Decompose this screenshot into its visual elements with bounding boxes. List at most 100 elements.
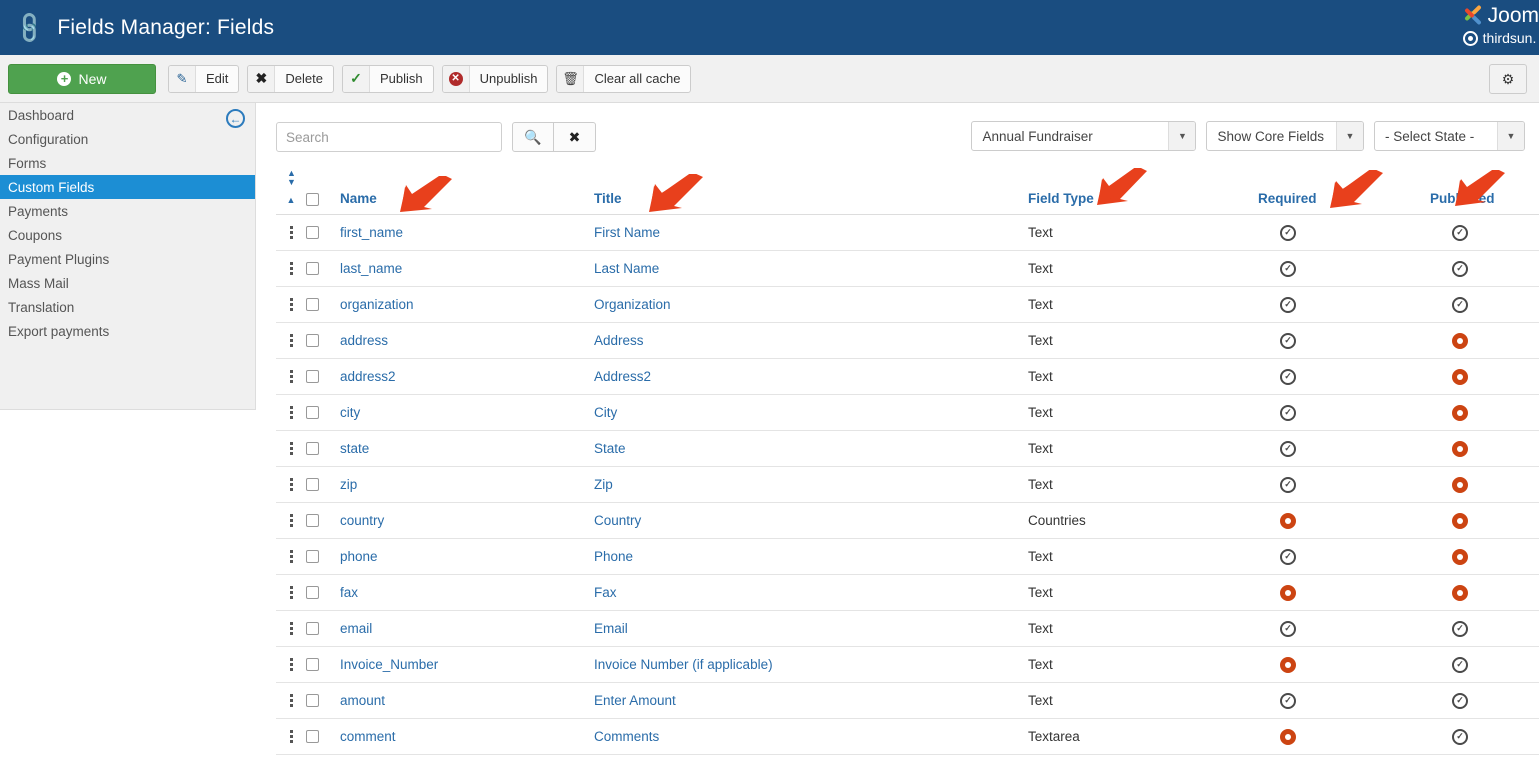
row-checkbox[interactable] <box>306 514 319 527</box>
arrow-left-circle-icon[interactable]: ← <box>226 109 245 128</box>
drag-handle-icon[interactable] <box>276 730 306 743</box>
field-title-link[interactable]: Invoice Number (if applicable) <box>594 657 773 672</box>
published-enabled-icon[interactable]: ✓ <box>1452 297 1468 313</box>
sidebar-item-configuration[interactable]: Configuration <box>0 127 255 151</box>
sidebar-item-export-payments[interactable]: Export payments <box>0 319 255 343</box>
required-enabled-icon[interactable]: ✓ <box>1280 333 1296 349</box>
row-select-cell[interactable] <box>306 467 340 503</box>
published-disabled-icon[interactable] <box>1452 333 1468 349</box>
edit-button[interactable]: ✎ Edit <box>168 65 239 93</box>
field-name-link[interactable]: address <box>340 333 388 348</box>
row-drag-handle[interactable] <box>276 323 306 359</box>
sidebar-item-custom-fields[interactable]: Custom Fields <box>0 175 255 199</box>
field-name-link[interactable]: country <box>340 513 384 528</box>
drag-handle-icon[interactable] <box>276 262 306 275</box>
sidebar-item-mass-mail[interactable]: Mass Mail <box>0 271 255 295</box>
select-all-header[interactable] <box>306 169 340 215</box>
select-all-checkbox[interactable] <box>306 193 319 206</box>
row-checkbox[interactable] <box>306 478 319 491</box>
field-name-link[interactable]: Invoice_Number <box>340 657 438 672</box>
published-disabled-icon[interactable] <box>1452 477 1468 493</box>
column-header-field-type[interactable]: Field Type <box>1028 169 1258 215</box>
row-checkbox[interactable] <box>306 334 319 347</box>
field-name-link[interactable]: address2 <box>340 369 396 384</box>
published-disabled-icon[interactable] <box>1452 549 1468 565</box>
row-select-cell[interactable] <box>306 395 340 431</box>
drag-handle-icon[interactable] <box>276 658 306 671</box>
field-title-link[interactable]: Enter Amount <box>594 693 676 708</box>
publish-button[interactable]: ✓ Publish <box>342 65 434 93</box>
row-checkbox[interactable] <box>306 658 319 671</box>
drag-handle-icon[interactable] <box>276 586 306 599</box>
published-disabled-icon[interactable] <box>1452 513 1468 529</box>
required-enabled-icon[interactable]: ✓ <box>1280 261 1296 277</box>
field-name-link[interactable]: comment <box>340 729 396 744</box>
state-filter-select[interactable]: - Select State - ▼ <box>1374 121 1525 151</box>
search-icon[interactable]: 🔍 <box>512 122 554 152</box>
drag-handle-icon[interactable] <box>276 370 306 383</box>
row-checkbox[interactable] <box>306 406 319 419</box>
row-select-cell[interactable] <box>306 251 340 287</box>
core-fields-filter-select[interactable]: Show Core Fields ▼ <box>1206 121 1364 151</box>
row-drag-handle[interactable] <box>276 395 306 431</box>
row-drag-handle[interactable] <box>276 251 306 287</box>
row-checkbox[interactable] <box>306 226 319 239</box>
required-enabled-icon[interactable]: ✓ <box>1280 369 1296 385</box>
field-name-link[interactable]: phone <box>340 549 378 564</box>
row-drag-handle[interactable] <box>276 503 306 539</box>
row-select-cell[interactable] <box>306 323 340 359</box>
row-select-cell[interactable] <box>306 611 340 647</box>
field-title-link[interactable]: State <box>594 441 626 456</box>
row-select-cell[interactable] <box>306 575 340 611</box>
drag-handle-icon[interactable] <box>276 514 306 527</box>
drag-handle-icon[interactable] <box>276 334 306 347</box>
required-disabled-icon[interactable] <box>1280 729 1296 745</box>
ordering-sort-header[interactable]: ▲▼ ▲ <box>276 169 306 215</box>
column-header-name[interactable]: Name <box>340 169 594 215</box>
row-select-cell[interactable] <box>306 359 340 395</box>
field-name-link[interactable]: last_name <box>340 261 402 276</box>
row-drag-handle[interactable] <box>276 719 306 755</box>
required-enabled-icon[interactable]: ✓ <box>1280 549 1296 565</box>
column-header-title[interactable]: Title <box>594 169 1028 215</box>
drag-handle-icon[interactable] <box>276 550 306 563</box>
required-enabled-icon[interactable]: ✓ <box>1280 297 1296 313</box>
published-enabled-icon[interactable]: ✓ <box>1452 729 1468 745</box>
new-button[interactable]: + New <box>8 64 156 94</box>
published-disabled-icon[interactable] <box>1452 405 1468 421</box>
field-title-link[interactable]: Email <box>594 621 628 636</box>
row-drag-handle[interactable] <box>276 647 306 683</box>
published-disabled-icon[interactable] <box>1452 369 1468 385</box>
sidebar-item-coupons[interactable]: Coupons <box>0 223 255 247</box>
drag-handle-icon[interactable] <box>276 478 306 491</box>
sidebar-item-dashboard[interactable]: Dashboard <box>0 103 255 127</box>
row-select-cell[interactable] <box>306 539 340 575</box>
row-checkbox[interactable] <box>306 550 319 563</box>
row-checkbox[interactable] <box>306 370 319 383</box>
field-name-link[interactable]: email <box>340 621 372 636</box>
required-enabled-icon[interactable]: ✓ <box>1280 225 1296 241</box>
field-name-link[interactable]: amount <box>340 693 385 708</box>
required-enabled-icon[interactable]: ✓ <box>1280 693 1296 709</box>
clear-search-icon[interactable]: ✖ <box>554 122 596 152</box>
drag-handle-icon[interactable] <box>276 694 306 707</box>
required-enabled-icon[interactable]: ✓ <box>1280 621 1296 637</box>
row-select-cell[interactable] <box>306 503 340 539</box>
row-drag-handle[interactable] <box>276 215 306 251</box>
row-select-cell[interactable] <box>306 431 340 467</box>
field-name-link[interactable]: zip <box>340 477 357 492</box>
row-select-cell[interactable] <box>306 647 340 683</box>
clear-cache-button[interactable]: 🗑 Clear all cache <box>556 65 691 93</box>
row-drag-handle[interactable] <box>276 683 306 719</box>
published-enabled-icon[interactable]: ✓ <box>1452 693 1468 709</box>
field-title-link[interactable]: Last Name <box>594 261 659 276</box>
drag-handle-icon[interactable] <box>276 226 306 239</box>
drag-handle-icon[interactable] <box>276 442 306 455</box>
row-checkbox[interactable] <box>306 442 319 455</box>
field-name-link[interactable]: city <box>340 405 360 420</box>
required-enabled-icon[interactable]: ✓ <box>1280 477 1296 493</box>
delete-button[interactable]: ✖ Delete <box>247 65 334 93</box>
column-header-published[interactable]: Published <box>1430 169 1539 215</box>
required-disabled-icon[interactable] <box>1280 585 1296 601</box>
form-filter-select[interactable]: Annual Fundraiser ▼ <box>971 121 1196 151</box>
